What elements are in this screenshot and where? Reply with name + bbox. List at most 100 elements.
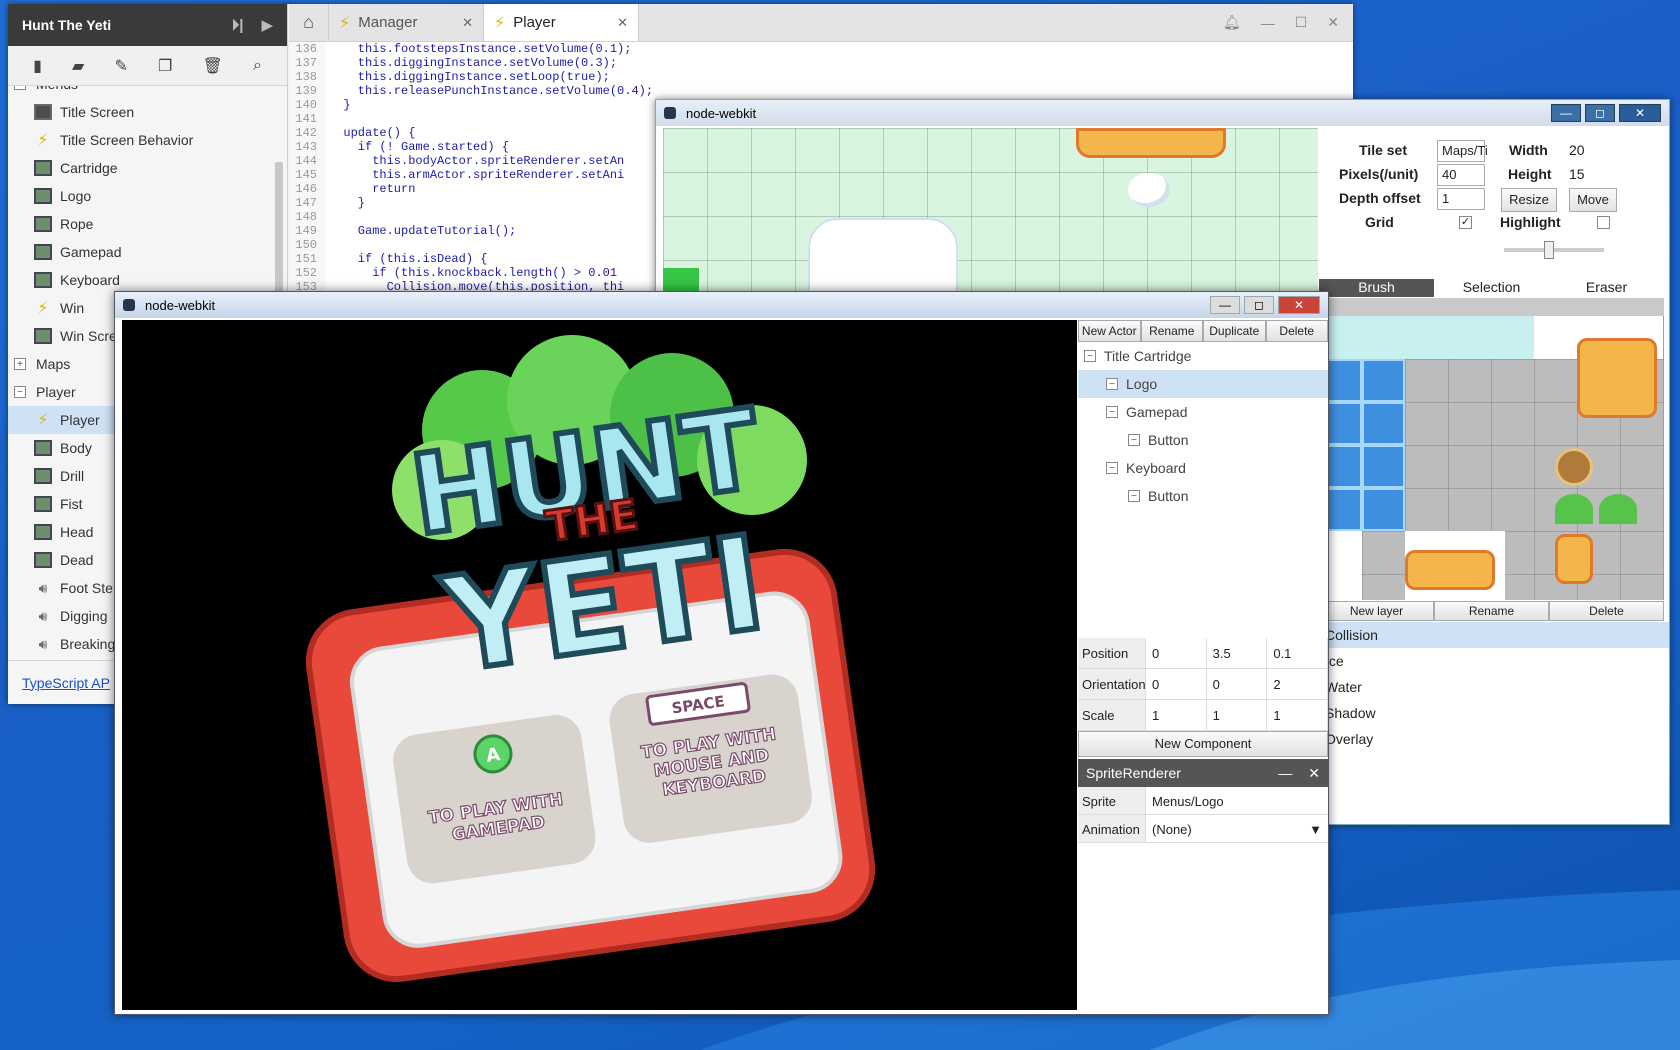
open-folder-icon[interactable]: ▰ bbox=[72, 56, 84, 76]
transform-input[interactable]: 2 bbox=[1267, 669, 1329, 699]
close-icon[interactable]: ✕ bbox=[1327, 14, 1339, 31]
width-value[interactable]: 20 bbox=[1569, 142, 1585, 158]
transform-input[interactable]: 1 bbox=[1207, 700, 1268, 730]
minimize-icon[interactable]: — bbox=[1210, 296, 1240, 314]
notification-bell-icon[interactable]: 🔔︎ bbox=[1223, 14, 1241, 31]
depth-offset-input[interactable]: 1 bbox=[1437, 188, 1485, 210]
opacity-slider[interactable] bbox=[1504, 241, 1604, 259]
new-layer-button[interactable]: New layer bbox=[1319, 601, 1434, 621]
tab-eraser[interactable]: Eraser bbox=[1549, 279, 1664, 297]
line-number: 140 bbox=[289, 98, 325, 112]
collapse-icon[interactable]: − bbox=[1106, 378, 1118, 390]
sprite-icon bbox=[34, 188, 52, 204]
maximize-icon[interactable]: ◻ bbox=[1244, 296, 1274, 314]
close-icon[interactable]: ✕ bbox=[1308, 765, 1320, 782]
maximize-icon[interactable]: ☐ bbox=[1295, 14, 1308, 31]
tree-item[interactable]: Cartridge bbox=[8, 154, 287, 182]
animation-select[interactable]: (None) ▼ bbox=[1146, 815, 1328, 842]
transform-input[interactable]: 3.5 bbox=[1207, 638, 1268, 668]
collapse-icon[interactable]: − bbox=[14, 86, 26, 90]
tree-item[interactable]: ⚡ Title Screen Behavior bbox=[8, 126, 287, 154]
step-play-icon[interactable]: ⏵︎| bbox=[232, 17, 244, 34]
transform-input[interactable]: 0 bbox=[1146, 638, 1207, 668]
new-actor-button[interactable]: New Actor bbox=[1078, 320, 1141, 342]
tileset-palette[interactable] bbox=[1319, 298, 1664, 600]
maximize-icon[interactable]: ◻ bbox=[1585, 104, 1615, 122]
new-component-button[interactable]: New Component bbox=[1078, 731, 1328, 757]
collapse-icon[interactable]: − bbox=[1106, 406, 1118, 418]
close-icon[interactable]: ✕ bbox=[462, 15, 473, 31]
collapse-icon[interactable]: — bbox=[1278, 765, 1292, 781]
grid-checkbox[interactable]: ✓ bbox=[1459, 216, 1472, 229]
grid-label: Grid bbox=[1365, 214, 1394, 230]
resize-button[interactable]: Resize bbox=[1501, 188, 1557, 212]
tree-item-label: Foot Ste bbox=[60, 580, 113, 596]
scene-viewport[interactable]: HUNT THE YETI A SPACE TO PLAY WITH GAMEP… bbox=[122, 320, 1077, 1010]
transform-input[interactable]: 1 bbox=[1267, 700, 1329, 730]
home-tab-icon[interactable]: ⌂ bbox=[289, 4, 329, 41]
collapse-icon[interactable]: − bbox=[1106, 462, 1118, 474]
tab-manager[interactable]: ⚡ Manager ✕ bbox=[329, 4, 484, 41]
move-button[interactable]: Move bbox=[1569, 188, 1617, 212]
slider-handle[interactable] bbox=[1544, 241, 1554, 259]
transform-input[interactable]: 0 bbox=[1207, 669, 1268, 699]
duplicate-icon[interactable]: ❐ bbox=[158, 56, 172, 76]
window-titlebar[interactable]: node-webkit — ◻ ✕ bbox=[656, 100, 1669, 126]
trash-icon[interactable]: 🗑︎ bbox=[203, 56, 223, 76]
pixels-per-unit-input[interactable]: 40 bbox=[1437, 164, 1485, 186]
new-file-icon[interactable]: ▮ bbox=[33, 56, 42, 76]
rename-actor-button[interactable]: Rename bbox=[1140, 320, 1203, 342]
code-line: 139 this.releasePunchInstance.setVolume(… bbox=[289, 84, 1353, 98]
close-icon[interactable]: ✕ bbox=[617, 15, 628, 31]
transform-input[interactable]: 1 bbox=[1146, 700, 1207, 730]
collapse-icon[interactable]: − bbox=[1084, 350, 1096, 362]
tab-brush[interactable]: Brush bbox=[1319, 279, 1434, 297]
actor-node[interactable]: − Button bbox=[1078, 482, 1328, 510]
code-text: if (this.knockback.length() > 0.01 bbox=[329, 266, 618, 280]
height-value[interactable]: 15 bbox=[1569, 166, 1585, 182]
tab-selection[interactable]: Selection bbox=[1434, 279, 1549, 297]
transform-input[interactable]: 0 bbox=[1146, 669, 1207, 699]
minimize-icon[interactable]: — bbox=[1551, 104, 1581, 122]
actor-node[interactable]: − Keyboard bbox=[1078, 454, 1328, 482]
rename-layer-button[interactable]: Rename bbox=[1434, 601, 1549, 621]
tilemap-properties: Tile set Maps/Ti Width 20 Pixels(/unit) … bbox=[1319, 128, 1669, 278]
tab-player[interactable]: ⚡ Player ✕ bbox=[484, 4, 639, 41]
code-text: Game.updateTutorial(); bbox=[329, 224, 517, 238]
tree-item[interactable]: Title Screen bbox=[8, 98, 287, 126]
search-icon[interactable]: ⌕ bbox=[253, 57, 262, 75]
duplicate-actor-button[interactable]: Duplicate bbox=[1203, 320, 1266, 342]
tree-item[interactable]: Keyboard bbox=[8, 266, 287, 294]
delete-layer-button[interactable]: Delete bbox=[1549, 601, 1664, 621]
tree-item[interactable]: Rope bbox=[8, 210, 287, 238]
actor-node[interactable]: − Button bbox=[1078, 426, 1328, 454]
play-icon[interactable]: ▶ bbox=[261, 16, 273, 34]
layer-item[interactable]: Shadow bbox=[1319, 700, 1669, 726]
layer-item[interactable]: Water bbox=[1319, 674, 1669, 700]
expand-icon[interactable]: + bbox=[14, 358, 26, 370]
tree-item[interactable]: Logo bbox=[8, 182, 287, 210]
close-icon[interactable]: ✕ bbox=[1619, 104, 1661, 122]
layer-item[interactable]: Collision bbox=[1319, 622, 1669, 648]
collapse-icon[interactable]: − bbox=[1128, 434, 1140, 446]
collapse-icon[interactable]: − bbox=[1128, 490, 1140, 502]
highlight-checkbox[interactable] bbox=[1597, 216, 1610, 229]
typescript-api-link[interactable]: TypeScript AP bbox=[22, 675, 110, 691]
rename-icon[interactable]: ✎ bbox=[114, 56, 127, 76]
close-icon[interactable]: ✕ bbox=[1278, 296, 1320, 314]
layer-item[interactable]: Ice bbox=[1319, 648, 1669, 674]
transform-input[interactable]: 0.1 bbox=[1267, 638, 1329, 668]
actor-node[interactable]: − Gamepad bbox=[1078, 398, 1328, 426]
tree-item[interactable]: Gamepad bbox=[8, 238, 287, 266]
layer-item[interactable]: Overlay bbox=[1319, 726, 1669, 752]
collapse-icon[interactable]: − bbox=[14, 386, 26, 398]
minimize-icon[interactable]: — bbox=[1261, 15, 1275, 31]
actor-node[interactable]: − Title Cartridge bbox=[1078, 342, 1328, 370]
tileset-input[interactable]: Maps/Ti bbox=[1437, 140, 1488, 162]
tree-folder[interactable]: − Menus bbox=[8, 86, 287, 98]
transform-label: Orientation bbox=[1078, 669, 1146, 699]
delete-actor-button[interactable]: Delete bbox=[1265, 320, 1328, 342]
sprite-input[interactable]: Menus/Logo bbox=[1152, 794, 1322, 809]
window-titlebar[interactable]: node-webkit — ◻ ✕ bbox=[115, 292, 1328, 318]
actor-node[interactable]: − Logo bbox=[1078, 370, 1328, 398]
